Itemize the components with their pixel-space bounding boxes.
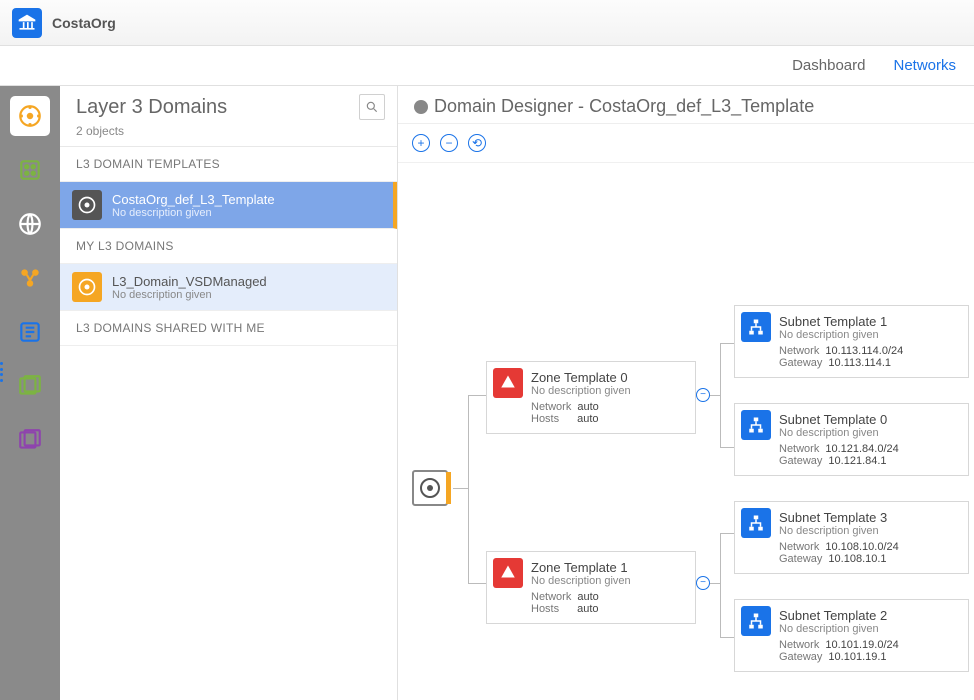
value: auto [577,603,598,615]
zone-name: Zone Template 1 [531,560,685,575]
collapse-toggle[interactable]: − [696,388,710,402]
subnet-icon [741,606,771,636]
value: auto [577,591,598,603]
nav-templates-b[interactable] [10,420,50,460]
connector [720,533,721,637]
connector [720,637,734,638]
label: Network [779,345,819,357]
subnet-name: Subnet Template 3 [779,510,958,525]
connector [468,395,486,396]
label: Network [531,591,571,603]
label: Network [779,639,819,651]
connector [720,343,734,344]
zone-icon [493,368,523,398]
value: 10.108.10.1 [828,553,886,565]
nav-l3-domains[interactable] [10,96,50,136]
connector [468,395,469,583]
item-name: CostaOrg_def_L3_Template [112,192,275,207]
search-icon [365,100,379,114]
label: Network [779,443,819,455]
connector [453,488,468,489]
section-shared: L3 DOMAINS SHARED WITH ME [60,311,397,346]
nav-l2-domains[interactable] [10,150,50,190]
item-name: L3_Domain_VSDManaged [112,274,267,289]
zone-card[interactable]: Zone Template 1 No description given Net… [486,551,696,624]
collapse-toggle[interactable]: − [696,576,710,590]
list-title: Layer 3 Domains [76,96,227,119]
nav-services[interactable] [10,258,50,298]
subnet-desc: No description given [779,623,958,635]
nav-rail [0,86,60,700]
object-count: 2 objects [60,124,397,147]
label: Hosts [531,603,559,615]
title-name: CostaOrg_def_L3_Template [589,96,814,116]
org-title: CostaOrg [52,15,116,31]
zone-icon [493,558,523,588]
refresh-button[interactable]: ⟲ [468,134,486,152]
value: 10.113.114.1 [828,357,891,369]
subnet-icon [741,410,771,440]
item-desc: No description given [112,289,267,301]
header-bullet-icon [414,100,428,114]
label: Gateway [779,455,822,467]
value: auto [577,413,598,425]
tab-networks[interactable]: Networks [893,57,956,74]
value: 10.101.19.1 [828,651,886,663]
nav-templates-a[interactable] [10,366,50,406]
subnet-desc: No description given [779,427,958,439]
subnet-icon [741,312,771,342]
value: 10.101.19.0/24 [825,639,898,651]
nav-globe[interactable] [10,204,50,244]
connector [720,343,721,447]
connector [710,395,720,396]
value: auto [577,401,598,413]
connector [710,583,720,584]
label: Gateway [779,651,822,663]
rail-drag-handle[interactable] [0,362,6,382]
section-mine: MY L3 DOMAINS [60,229,397,264]
label: Hosts [531,413,559,425]
search-button[interactable] [359,94,385,120]
connector [720,533,734,534]
add-button[interactable]: + [412,134,430,152]
subnet-icon [741,508,771,538]
subnet-name: Subnet Template 1 [779,314,958,329]
zone-desc: No description given [531,385,685,397]
connector [468,583,486,584]
tab-dashboard[interactable]: Dashboard [792,57,865,74]
subnet-name: Subnet Template 2 [779,608,958,623]
l3-icon [72,190,102,220]
subnet-name: Subnet Template 0 [779,412,958,427]
subnet-desc: No description given [779,525,958,537]
label: Gateway [779,357,822,369]
subnet-card[interactable]: Subnet Template 1 No description given N… [734,305,969,378]
connector [720,447,734,448]
domain-root-node[interactable] [412,470,448,506]
value: 10.108.10.0/24 [825,541,898,553]
nav-policies[interactable] [10,312,50,352]
l3-icon [72,272,102,302]
item-desc: No description given [112,207,275,219]
subnet-card[interactable]: Subnet Template 0 No description given N… [734,403,969,476]
title-prefix: Domain Designer - [434,96,589,116]
org-logo [12,8,42,38]
zone-name: Zone Template 0 [531,370,685,385]
label: Network [779,541,819,553]
designer-title: Domain Designer - CostaOrg_def_L3_Templa… [434,96,814,117]
domain-template-item[interactable]: CostaOrg_def_L3_Template No description … [60,182,397,229]
value: 10.113.114.0/24 [825,345,903,357]
label: Network [531,401,571,413]
label: Gateway [779,553,822,565]
value: 10.121.84.0/24 [825,443,898,455]
value: 10.121.84.1 [828,455,886,467]
subnet-card[interactable]: Subnet Template 3 No description given N… [734,501,969,574]
domain-item[interactable]: L3_Domain_VSDManaged No description give… [60,264,397,311]
subnet-desc: No description given [779,329,958,341]
subnet-card[interactable]: Subnet Template 2 No description given N… [734,599,969,672]
zone-card[interactable]: Zone Template 0 No description given Net… [486,361,696,434]
remove-button[interactable]: − [440,134,458,152]
zone-desc: No description given [531,575,685,587]
section-templates: L3 DOMAIN TEMPLATES [60,147,397,182]
